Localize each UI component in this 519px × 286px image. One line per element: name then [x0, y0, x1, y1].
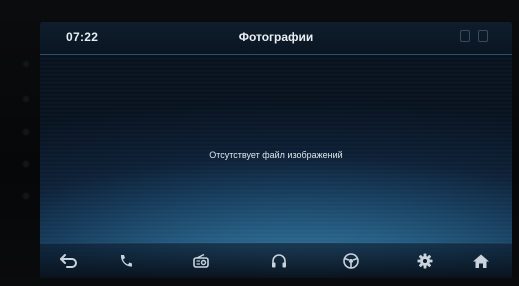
page-title: Фотографии [238, 30, 314, 44]
bezel-button[interactable] [22, 192, 30, 200]
settings-button[interactable] [414, 251, 436, 271]
status-bar: 07:22 Фотографии [40, 22, 512, 55]
status-indicator-icon [478, 30, 488, 42]
empty-state-message: Отсутствует файл изображений [209, 150, 343, 160]
head-unit-screen: 07:22 Фотографии Отсутствует файл изобра… [40, 22, 512, 278]
car-settings-button[interactable] [340, 251, 362, 271]
bezel-button[interactable] [22, 160, 30, 168]
status-indicator-icon [460, 30, 470, 42]
headphones-icon [272, 254, 286, 268]
phone-icon [120, 255, 132, 267]
bezel-button[interactable] [22, 128, 30, 136]
bottom-nav-bar [40, 243, 512, 278]
steering-wheel-icon [343, 253, 359, 269]
radio-button[interactable] [190, 251, 212, 271]
back-icon [60, 254, 77, 268]
radio-icon [193, 253, 209, 268]
gear-icon [417, 253, 433, 269]
home-icon [473, 254, 489, 268]
home-button[interactable] [470, 251, 492, 271]
status-icons [460, 30, 488, 42]
phone-button[interactable] [115, 251, 137, 271]
bezel-button[interactable] [22, 60, 30, 68]
back-button[interactable] [58, 251, 80, 271]
bezel-button[interactable] [22, 95, 30, 103]
music-button[interactable] [268, 251, 290, 271]
